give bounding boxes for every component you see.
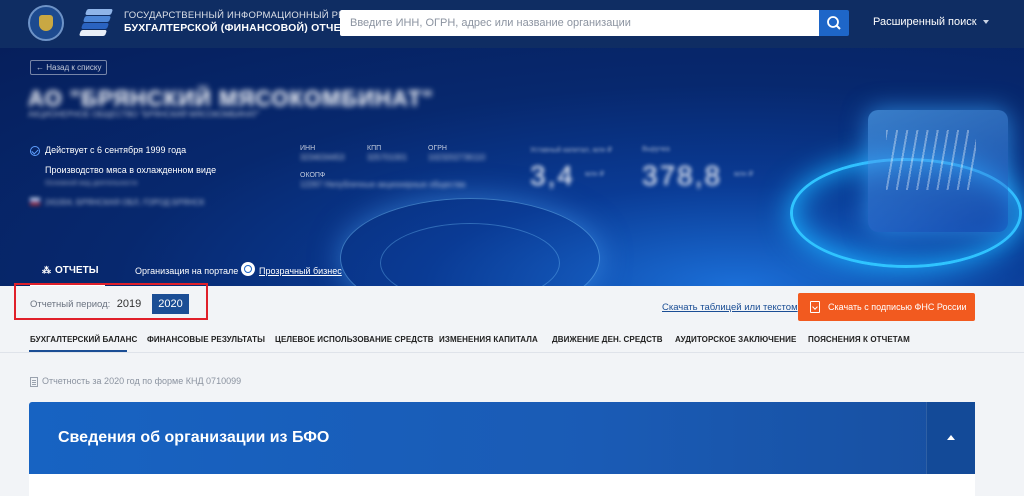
metric-1-unit: млн ₽ [585, 171, 605, 178]
address-text: 241004, БРЯНСКАЯ ОБЛ, ГОРОД БРЯНСК [45, 198, 205, 207]
activity-text: Производство мяса в охлажденном виде [45, 165, 217, 175]
search-input[interactable] [340, 10, 820, 36]
report-info: Отчетность за 2020 год по форме КНД 0710… [30, 376, 241, 387]
caret-down-icon [982, 20, 989, 25]
tab-reports-label: ОТЧЕТЫ [55, 265, 99, 276]
org-info-panel-header[interactable]: Сведения об организации из БФО [29, 402, 975, 474]
inn-label: ИНН [300, 145, 316, 152]
portal-label: Организация на портале [135, 266, 239, 276]
tab-targeted-funds[interactable]: ЦЕЛЕВОЕ ИСПОЛЬЗОВАНИЕ СРЕДСТВ [275, 335, 434, 344]
advanced-search-toggle[interactable]: Расширенный поиск [873, 16, 989, 28]
transparent-business-link[interactable]: Прозрачный бизнес [259, 266, 342, 276]
period-highlight-frame [14, 283, 208, 320]
books-logo-icon[interactable] [78, 7, 116, 37]
org-info-panel-title: Сведения об организации из БФО [58, 429, 330, 446]
kpp-value: 325701001 [367, 153, 408, 162]
tab-cash-flow[interactable]: ДВИЖЕНИЕ ДЕН. СРЕДСТВ [552, 335, 663, 344]
activity-subtext: Основной вид деятельности [45, 180, 138, 187]
report-info-text: Отчетность за 2020 год по форме КНД 0710… [42, 376, 242, 386]
kpp-label: КПП [367, 145, 382, 152]
reports-icon: ⁂ [42, 265, 51, 275]
tab-reports[interactable]: ⁂ ОТЧЕТЫ [42, 265, 98, 276]
metric-1-value: 3,4 [530, 160, 575, 191]
fns-emblem-icon[interactable] [28, 5, 64, 41]
download-fns-button[interactable]: Скачать с подписью ФНС России [798, 293, 975, 321]
metric-1-label: Уставный капитал, млн ₽ [530, 147, 612, 154]
document-icon [30, 376, 38, 387]
search-icon [827, 16, 841, 30]
hero-decor-device [868, 110, 1008, 232]
tab-capital-changes[interactable]: ИЗМЕНЕНИЯ КАПИТАЛА [439, 335, 538, 344]
tab-explanations[interactable]: ПОЯСНЕНИЯ К ОТЧЕТАМ [808, 335, 910, 344]
status-text: Действует с 6 сентября 1999 года [45, 145, 187, 155]
tabs-divider [0, 352, 1024, 353]
russia-flag-icon [30, 198, 40, 205]
organization-full-name: АКЦИОНЕРНОЕ ОБЩЕСТВО "БРЯНСКИЙ МЯСОКОМБИ… [28, 110, 261, 119]
back-to-list-link[interactable]: ← Назад к списку [30, 60, 108, 75]
metric-2-unit: млн ₽ [734, 171, 754, 178]
organization-hero: ← Назад к списку АО "БРЯНСКИЙ МЯСОКОМБИН… [0, 48, 1024, 286]
search-button[interactable] [819, 10, 849, 36]
ogrn-label: ОГРН [428, 145, 447, 152]
tab-financial-results[interactable]: ФИНАНСОВЫЕ РЕЗУЛЬТАТЫ [147, 335, 265, 344]
org-info-panel-body [29, 474, 975, 496]
okopf-label: ОКОПФ [300, 172, 326, 179]
okopf-value: 12267 Непубличные акционерные общества [300, 180, 466, 189]
download-table-link[interactable]: Скачать таблицей или текстом [662, 302, 798, 313]
top-header: ГОСУДАРСТВЕННЫЙ ИНФОРМАЦИОННЫЙ РЕСУРС БУ… [0, 0, 1024, 48]
metric-2-value: 378,8 [642, 160, 723, 191]
advanced-search-label: Расширенный поиск [873, 16, 977, 28]
address-row: 241004, БРЯНСКАЯ ОБЛ, ГОРОД БРЯНСК [30, 198, 204, 207]
ogrn-value: 1023202736110 [428, 153, 486, 162]
organization-name: АО "БРЯНСКИЙ МЯСОКОМБИНАТ" [28, 86, 434, 111]
download-fns-label: Скачать с подписью ФНС России [828, 302, 967, 312]
tab-balance-underline [29, 350, 127, 352]
check-circle-icon [30, 145, 40, 156]
tab-balance[interactable]: БУХГАЛТЕРСКИЙ БАЛАНС [30, 335, 137, 344]
signed-document-icon [810, 301, 820, 313]
collapse-button[interactable] [926, 402, 975, 474]
tab-audit-report[interactable]: АУДИТОРСКОЕ ЗАКЛЮЧЕНИЕ [675, 335, 796, 344]
transparent-business-icon[interactable] [241, 262, 255, 276]
status-row: Действует с 6 сентября 1999 года [30, 145, 186, 156]
inn-value: 3234034453 [300, 153, 345, 162]
metric-2-label: Выручка [642, 146, 670, 153]
